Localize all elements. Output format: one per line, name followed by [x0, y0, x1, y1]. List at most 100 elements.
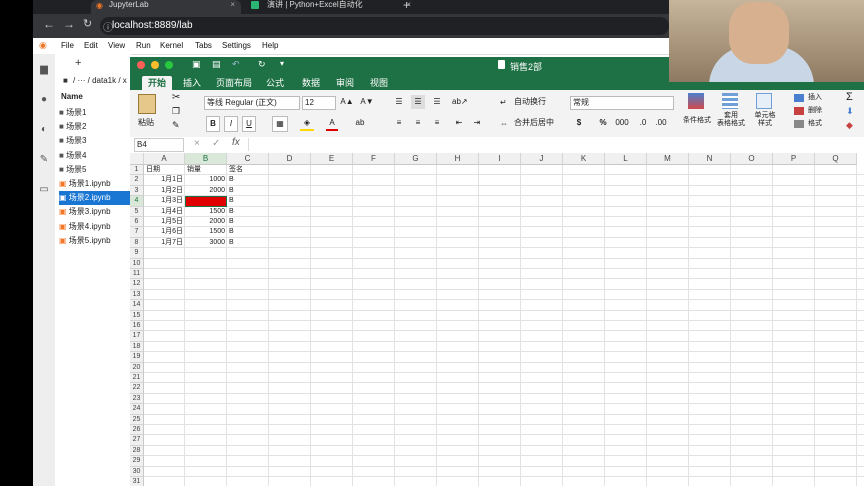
- increase-indent-icon[interactable]: ⇥: [470, 116, 484, 130]
- ribbon-tab[interactable]: 页面布局: [210, 76, 258, 90]
- row-header[interactable]: 22: [130, 383, 144, 394]
- close-tab-icon[interactable]: ×: [230, 0, 235, 10]
- column-header[interactable]: N: [689, 153, 731, 165]
- file-list-item[interactable]: ▣ 场景2.ipynb: [59, 191, 131, 206]
- row-header[interactable]: 7: [130, 227, 144, 238]
- column-header[interactable]: H: [437, 153, 479, 165]
- table-cell[interactable]: 3000: [187, 238, 225, 248]
- cell-style-button[interactable]: 单元格 样式: [750, 112, 780, 127]
- menu-view[interactable]: View: [108, 41, 125, 50]
- row-header[interactable]: 19: [130, 352, 144, 363]
- table-cell[interactable]: B: [229, 227, 267, 237]
- file-list-item[interactable]: ■ 场景1: [59, 106, 131, 120]
- table-cell[interactable]: 2000: [187, 217, 225, 227]
- decrease-decimal-icon[interactable]: .00: [654, 116, 668, 130]
- menu-file[interactable]: File: [61, 41, 74, 50]
- table-cell[interactable]: B: [229, 238, 267, 248]
- menu-settings[interactable]: Settings: [222, 41, 251, 50]
- new-tab-icon[interactable]: +: [403, 0, 410, 12]
- header-cell[interactable]: 日期: [146, 165, 183, 175]
- align-left-icon[interactable]: ≡: [392, 116, 406, 130]
- font-name-select[interactable]: 等线 Regular (正文): [204, 96, 300, 110]
- column-header[interactable]: I: [479, 153, 521, 165]
- insert-cells-button[interactable]: 插入: [808, 91, 822, 105]
- font-size-select[interactable]: 12: [302, 96, 336, 110]
- format-painter-icon[interactable]: ✎: [172, 120, 180, 131]
- ribbon-tab[interactable]: 审阅: [330, 76, 360, 90]
- table-cell[interactable]: 1月6日: [146, 227, 183, 237]
- menu-kernel[interactable]: Kernel: [160, 41, 183, 50]
- delete-cells-icon[interactable]: [794, 107, 804, 115]
- header-cell[interactable]: 签名: [229, 165, 267, 175]
- table-cell[interactable]: B: [229, 217, 267, 227]
- row-header[interactable]: 27: [130, 435, 144, 446]
- selected-cell-highlight[interactable]: [185, 196, 227, 207]
- decrease-indent-icon[interactable]: ⇤: [452, 116, 466, 130]
- file-list-item[interactable]: ■ 场景2: [59, 120, 131, 134]
- column-header[interactable]: M: [647, 153, 689, 165]
- address-bar[interactable]: ⓘ localhost:8889/lab: [100, 17, 669, 35]
- ribbon-tab[interactable]: 视图: [364, 76, 394, 90]
- merge-center-button[interactable]: 合并后居中: [514, 116, 554, 130]
- path-folder-icon[interactable]: ■: [63, 76, 68, 85]
- percent-button[interactable]: %: [596, 116, 610, 130]
- file-list-item[interactable]: ■ 场景3: [59, 134, 131, 148]
- menu-help[interactable]: Help: [262, 41, 278, 50]
- currency-button[interactable]: $: [572, 116, 586, 130]
- clear-icon[interactable]: ◆: [846, 120, 853, 131]
- table-cell[interactable]: 1月2日: [146, 186, 183, 196]
- reload-icon[interactable]: ↻: [83, 17, 92, 30]
- back-icon[interactable]: ←: [43, 17, 55, 31]
- row-header[interactable]: 25: [130, 414, 144, 425]
- row-header[interactable]: 4: [130, 196, 144, 207]
- browser-tab-jupyterlab[interactable]: ◉ JupyterLab ×: [91, 0, 241, 14]
- fill-icon[interactable]: ⬇: [846, 106, 854, 117]
- forward-icon[interactable]: →: [63, 17, 75, 31]
- row-header[interactable]: 6: [130, 217, 144, 228]
- row-header[interactable]: 31: [130, 477, 144, 486]
- align-top-icon[interactable]: ☰: [392, 95, 406, 109]
- row-header[interactable]: 14: [130, 300, 144, 311]
- worksheet-grid[interactable]: A B C D E F G H I J K L M N O P Q 1 2 3 4 5 6 7 8 9 10 11 12 13 14 15 16…: [130, 153, 864, 486]
- column-header[interactable]: C: [227, 153, 269, 165]
- wrap-text-button[interactable]: 自动换行: [514, 95, 546, 109]
- paste-icon[interactable]: [138, 94, 156, 114]
- ribbon-tab[interactable]: 数据: [296, 76, 326, 90]
- table-cell[interactable]: 1000: [187, 175, 225, 185]
- delete-cells-button[interactable]: 删除: [808, 104, 822, 118]
- row-header[interactable]: 30: [130, 466, 144, 477]
- row-header[interactable]: 10: [130, 258, 144, 269]
- italic-button[interactable]: I: [224, 116, 238, 132]
- save-icon[interactable]: ▤: [212, 59, 221, 70]
- row-header[interactable]: 16: [130, 321, 144, 332]
- file-list-item[interactable]: ▣ 场景3.ipynb: [59, 205, 131, 219]
- format-cells-button[interactable]: 格式: [808, 117, 822, 131]
- cut-icon[interactable]: ✂: [172, 92, 180, 103]
- table-cell[interactable]: B: [229, 186, 267, 196]
- minimize-window-icon[interactable]: [151, 61, 159, 69]
- sum-icon[interactable]: Σ: [846, 91, 853, 103]
- row-header[interactable]: 23: [130, 393, 144, 405]
- table-cell[interactable]: 1500: [187, 227, 225, 237]
- row-header[interactable]: 3: [130, 185, 144, 197]
- file-list-item[interactable]: ■ 场景4: [59, 149, 131, 163]
- confirm-entry-icon[interactable]: ✓: [212, 138, 220, 149]
- table-cell[interactable]: 1月7日: [146, 238, 183, 248]
- format-cells-icon[interactable]: [794, 120, 804, 128]
- table-format-button[interactable]: 套用 表格格式: [714, 112, 748, 127]
- row-header[interactable]: 9: [130, 248, 144, 259]
- table-format-icon[interactable]: [722, 93, 738, 109]
- folder-icon[interactable]: ▆: [38, 64, 50, 76]
- new-launcher-icon[interactable]: +: [75, 57, 81, 69]
- menu-tabs[interactable]: Tabs: [195, 41, 212, 50]
- row-header[interactable]: 24: [130, 404, 144, 415]
- row-header[interactable]: 12: [130, 279, 144, 290]
- row-header[interactable]: 8: [130, 237, 144, 249]
- column-header[interactable]: J: [521, 153, 563, 165]
- column-header[interactable]: D: [269, 153, 311, 165]
- header-cell[interactable]: 销量: [187, 165, 225, 175]
- menu-edit[interactable]: Edit: [84, 41, 98, 50]
- cancel-entry-icon[interactable]: ×: [194, 138, 200, 149]
- row-header[interactable]: 2: [130, 175, 144, 186]
- table-cell[interactable]: B: [229, 196, 267, 206]
